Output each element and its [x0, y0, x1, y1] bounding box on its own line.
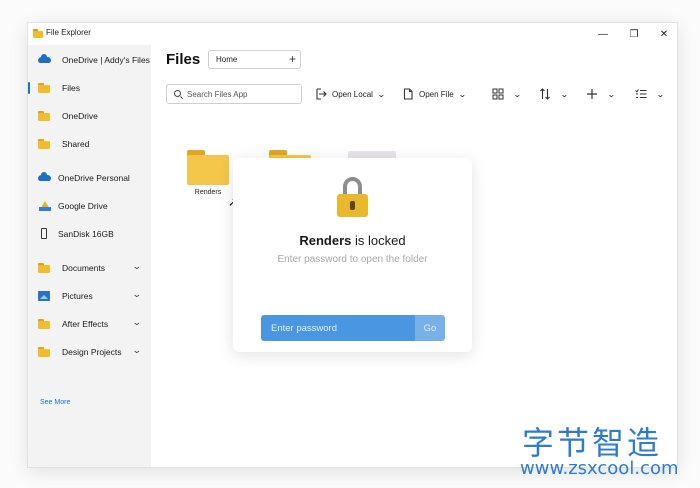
dialog-subtitle: Enter password to open the folder — [277, 254, 428, 265]
locked-suffix: is locked — [351, 233, 406, 248]
google-drive-icon — [38, 200, 51, 211]
sidebar-item-label: Shared — [62, 139, 90, 149]
add-tab-button[interactable]: + — [289, 52, 296, 66]
sidebar-item-label: After Effects — [62, 319, 109, 329]
usb-drive-icon — [38, 228, 50, 239]
sidebar-item-documents[interactable]: Documents ⌄ — [28, 255, 151, 281]
open-local-label: Open Local — [332, 89, 373, 99]
search-icon — [174, 90, 181, 97]
sidebar-item-label: Design Projects — [62, 347, 122, 357]
checklist-icon — [635, 89, 647, 98]
file-name: Renders — [194, 189, 222, 196]
sidebar-item-onedrive-addy[interactable]: OneDrive | Addy's Files — [28, 47, 151, 73]
sidebar-item-label: OneDrive — [62, 111, 98, 121]
sidebar-item-shared[interactable]: Shared — [28, 131, 151, 157]
search-box[interactable]: Search Files App — [166, 84, 302, 104]
sort-button[interactable]: ⌄ — [539, 85, 569, 103]
sidebar-item-design-projects[interactable]: Design Projects ⌄ — [28, 339, 151, 365]
tab-home[interactable]: Home + — [208, 50, 301, 69]
chevron-down-icon: ⌄ — [457, 89, 467, 99]
open-file-button[interactable]: Open File ⌄ — [402, 85, 467, 103]
folder-icon — [38, 110, 50, 121]
folder-icon — [187, 149, 229, 185]
sidebar-item-label: OneDrive Personal — [58, 173, 130, 183]
chevron-down-icon[interactable]: ⌄ — [132, 261, 142, 272]
sidebar-item-onedrive[interactable]: OneDrive — [28, 103, 151, 129]
sidebar-item-label: Pictures — [62, 291, 93, 301]
go-button[interactable]: Go — [415, 315, 445, 341]
folder-icon — [38, 82, 50, 93]
tab-label: Home — [216, 55, 238, 64]
minimize-button[interactable]: — — [588, 23, 618, 45]
new-item-button[interactable]: ⌄ — [586, 85, 616, 103]
watermark-url: www.zsxcool.com — [520, 458, 679, 479]
sidebar-item-label: Documents — [62, 263, 105, 273]
maximize-button[interactable]: ❐ — [619, 23, 649, 45]
open-local-icon — [316, 88, 327, 100]
sidebar-item-label: OneDrive | Addy's Files — [62, 55, 150, 65]
title-bar: File Explorer — ❐ ✕ — [28, 23, 677, 45]
window-title: File Explorer — [46, 28, 91, 37]
dialog-title: Renders is locked — [233, 233, 472, 248]
sidebar-item-google-drive[interactable]: Google Drive — [28, 193, 151, 219]
sidebar-item-label: Google Drive — [58, 201, 108, 211]
sidebar-item-onedrive-personal[interactable]: OneDrive Personal — [28, 165, 151, 191]
folder-icon — [38, 346, 50, 357]
folder-icon — [38, 318, 50, 329]
sidebar-item-pictures[interactable]: Pictures ⌄ — [28, 283, 151, 309]
sidebar-item-after-effects[interactable]: After Effects ⌄ — [28, 311, 151, 337]
chevron-down-icon: ⌄ — [655, 89, 665, 99]
open-local-button[interactable]: Open Local ⌄ — [315, 85, 386, 103]
padlock-icon — [337, 177, 368, 217]
chevron-down-icon: ⌄ — [559, 89, 569, 99]
password-input[interactable] — [261, 315, 416, 341]
page-title: Files — [166, 51, 201, 68]
chevron-down-icon[interactable]: ⌄ — [132, 289, 142, 300]
open-file-label: Open File — [419, 89, 454, 99]
search-placeholder: Search Files App — [187, 90, 248, 99]
onedrive-cloud-icon — [38, 54, 51, 65]
sidebar-item-files[interactable]: Files — [28, 75, 151, 101]
folder-icon — [38, 138, 50, 149]
app-folder-icon — [33, 29, 43, 38]
close-button[interactable]: ✕ — [649, 23, 677, 45]
sort-icon — [540, 88, 550, 100]
chevron-down-icon: ⌄ — [606, 89, 616, 99]
file-explorer-window: File Explorer — ❐ ✕ OneDrive | Addy's Fi… — [27, 22, 678, 468]
grid-view-icon — [492, 88, 504, 100]
locked-folder-name: Renders — [299, 233, 352, 248]
sidebar-item-label: SanDisk 16GB — [58, 229, 114, 239]
onedrive-cloud-icon — [38, 172, 51, 183]
pictures-icon — [38, 290, 50, 301]
selection-options-button[interactable]: ⌄ — [635, 85, 665, 103]
view-options-button[interactable]: ⌄ — [492, 85, 522, 103]
folder-icon — [38, 262, 50, 273]
active-indicator — [28, 82, 30, 94]
sidebar: OneDrive | Addy's Files Files OneDrive S… — [28, 45, 151, 467]
sidebar-item-label: Files — [62, 83, 80, 93]
chevron-down-icon: ⌄ — [512, 89, 522, 99]
plus-icon — [587, 89, 597, 99]
chevron-down-icon[interactable]: ⌄ — [132, 317, 142, 328]
sidebar-item-sandisk[interactable]: SanDisk 16GB — [28, 221, 151, 247]
chevron-down-icon[interactable]: ⌄ — [132, 345, 142, 356]
see-more-link[interactable]: See More — [40, 399, 70, 406]
chevron-down-icon: ⌄ — [376, 89, 386, 99]
locked-folder-dialog: Renders is locked Enter password to open… — [233, 158, 472, 352]
file-icon — [403, 88, 413, 100]
